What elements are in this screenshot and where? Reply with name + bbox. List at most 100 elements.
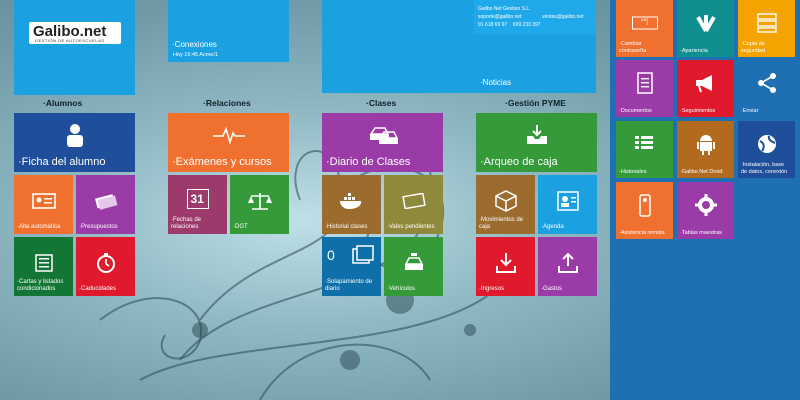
megaphone-icon bbox=[695, 74, 712, 93]
examenes-label: ·Exámenes y cursos bbox=[172, 156, 272, 168]
apariencia-label: ·Apariencia bbox=[680, 47, 708, 54]
caducidades-tile[interactable]: ·Caducidades bbox=[76, 237, 135, 296]
galibo-droid-tile[interactable]: ·Galibo.Net Droid bbox=[677, 121, 734, 178]
conexiones-tile[interactable]: ·Conexiones Hoy 15:45 Acme/1 bbox=[168, 0, 289, 62]
inbox-download-icon bbox=[526, 125, 547, 145]
remote-control-icon bbox=[638, 194, 651, 217]
phone-numbers: 91 618 69 97 699 233 397 bbox=[478, 22, 541, 28]
diario-clases-tile[interactable]: ·Diario de Clases bbox=[322, 113, 443, 172]
agenda-tile[interactable]: ·Agenda bbox=[538, 175, 597, 234]
solapamiento-tile[interactable]: 0 ·Solapamiento de diario bbox=[322, 237, 381, 296]
instalacion-tile[interactable]: ·Instalación, base de datos, conexión bbox=[738, 121, 795, 178]
ficha-alumno-label: ·Ficha del alumno bbox=[18, 156, 106, 168]
box-icon bbox=[494, 190, 517, 212]
gear-icon bbox=[694, 193, 717, 216]
seguimientos-label: ·Seguimientos bbox=[680, 107, 716, 114]
section-clases: ·Clases bbox=[366, 98, 397, 108]
vehiculos-tile[interactable]: ·Vehículos bbox=[384, 237, 443, 296]
tablas-maestras-label: ·Tablas maestras bbox=[680, 229, 722, 236]
historial-clases-tile[interactable]: ·Historial clases bbox=[322, 175, 381, 234]
copia-seguridad-tile[interactable]: ·Copia de seguridad bbox=[738, 0, 795, 57]
download-icon bbox=[495, 252, 516, 273]
money-icon bbox=[94, 194, 117, 210]
cars-icon bbox=[369, 127, 398, 145]
password-icon: **| bbox=[631, 16, 658, 30]
diario-clases-label: ·Diario de Clases bbox=[326, 156, 411, 168]
caducidades-label: ·Caducidades bbox=[79, 286, 117, 292]
enviar-tile[interactable]: ·Enviar bbox=[738, 60, 795, 117]
calendar-overlap-icon bbox=[352, 245, 374, 264]
cambiar-contrasena-label: ·Cambiar contraseña bbox=[619, 41, 647, 54]
share-icon bbox=[757, 72, 776, 93]
vehiculos-label: ·Vehículos bbox=[387, 286, 416, 292]
support-email: soporte@galibo.net bbox=[478, 14, 522, 20]
movimientos-caja-label: ·Movimientos de caja bbox=[479, 217, 524, 230]
list-icon bbox=[34, 254, 53, 272]
docker-whale-icon bbox=[339, 192, 361, 209]
presupuestos-tile[interactable]: ·Presupuestos bbox=[76, 175, 135, 234]
agenda-label: ·Agenda bbox=[541, 224, 564, 230]
sales-email: ventas@galibo.net bbox=[542, 14, 584, 20]
seguimientos-tile[interactable]: ·Seguimientos bbox=[677, 60, 734, 117]
arqueo-caja-label: ·Arqueo de caja bbox=[480, 156, 558, 168]
calendar-icon: 31 bbox=[186, 188, 209, 209]
documentos-label: ·Documentos bbox=[619, 107, 652, 114]
gastos-tile[interactable]: ·Gastos bbox=[538, 237, 597, 296]
copia-seguridad-label: ·Copia de seguridad bbox=[741, 41, 766, 54]
ingresos-tile[interactable]: ·Ingresos bbox=[476, 237, 535, 296]
dgt-label: ·DGT bbox=[233, 224, 248, 230]
scales-icon bbox=[247, 192, 272, 210]
section-relaciones: ·Relaciones bbox=[203, 98, 251, 108]
asistencia-remota-tile[interactable]: ·Asistencia remota bbox=[616, 182, 673, 239]
vales-pendientes-label: ·Vales pendientes bbox=[387, 224, 435, 230]
settings-sidebar: **| ·Cambiar contraseña ·Apariencia ·Cop… bbox=[610, 0, 800, 400]
timer-icon bbox=[96, 252, 115, 273]
documentos-tile[interactable]: ·Documentos bbox=[616, 60, 673, 117]
calendar-number: 31 bbox=[190, 191, 204, 206]
upload-icon bbox=[557, 252, 578, 273]
noticias-label: ·Noticias bbox=[480, 78, 512, 87]
asistencia-remota-label: ·Asistencia remota bbox=[619, 229, 665, 236]
logo-box: Galibo.net GESTIÓN DE AUTOESCUELAS bbox=[29, 22, 121, 44]
contact-card-icon bbox=[556, 191, 579, 211]
cartas-listados-tile[interactable]: ·Cartas y listados condicionados bbox=[14, 237, 73, 296]
company-name: Galibo Net Gestion S.L. bbox=[478, 6, 531, 12]
student-icon bbox=[66, 124, 83, 148]
cambiar-contrasena-tile[interactable]: **| ·Cambiar contraseña bbox=[616, 0, 673, 57]
document-icon bbox=[636, 72, 653, 94]
conexiones-time: Hoy 15:45 Acme/1 bbox=[173, 52, 218, 58]
gastos-label: ·Gastos bbox=[541, 286, 563, 292]
arqueo-caja-tile[interactable]: ·Arqueo de caja bbox=[476, 113, 597, 172]
server-icon bbox=[756, 13, 777, 33]
apariencia-tile[interactable]: ·Apariencia bbox=[677, 0, 734, 57]
ticket-icon bbox=[401, 192, 426, 209]
company-info-panel: Galibo Net Gestion S.L. soporte@galibo.n… bbox=[474, 0, 596, 34]
ficha-alumno-tile[interactable]: ·Ficha del alumno bbox=[14, 113, 135, 172]
palette-swatch-icon bbox=[695, 14, 716, 32]
section-gestion: ·Gestión PYME bbox=[505, 98, 566, 108]
globe-icon bbox=[757, 134, 776, 153]
fechas-relaciones-tile[interactable]: 31 ·Fechas de relaciones bbox=[168, 175, 227, 234]
examenes-tile[interactable]: ·Exámenes y cursos bbox=[168, 113, 289, 172]
heartbeat-icon bbox=[212, 127, 245, 145]
ingresos-label: ·Ingresos bbox=[479, 286, 505, 292]
tablas-maestras-tile[interactable]: ·Tablas maestras bbox=[677, 182, 734, 239]
historial-clases-label: ·Historial clases bbox=[325, 224, 368, 230]
android-icon bbox=[696, 134, 715, 155]
vales-pendientes-tile[interactable]: ·Vales pendientes bbox=[384, 175, 443, 234]
cartas-listados-label: ·Cartas y listados condicionados bbox=[17, 279, 64, 292]
galibo-droid-label: ·Galibo.Net Droid bbox=[680, 168, 723, 175]
conexiones-title: ·Conexiones bbox=[172, 40, 217, 49]
noticias-tile[interactable]: Galibo Net Gestion S.L. soporte@galibo.n… bbox=[322, 0, 596, 93]
historiales-label: ·Historiales bbox=[619, 168, 647, 175]
dgt-tile[interactable]: ·DGT bbox=[230, 175, 289, 234]
table-list-icon bbox=[634, 135, 653, 149]
alta-automatica-tile[interactable]: ·Alta automática bbox=[14, 175, 73, 234]
fechas-relaciones-label: ·Fechas de relaciones bbox=[171, 217, 202, 230]
historiales-tile[interactable]: ·Historiales bbox=[616, 121, 673, 178]
section-alumnos: ·Alumnos bbox=[43, 98, 83, 108]
solapamiento-count: 0 bbox=[327, 247, 335, 263]
logo-tile[interactable]: Galibo.net GESTIÓN DE AUTOESCUELAS bbox=[14, 0, 135, 95]
movimientos-caja-tile[interactable]: ·Movimientos de caja bbox=[476, 175, 535, 234]
alta-automatica-label: ·Alta automática bbox=[17, 224, 61, 230]
